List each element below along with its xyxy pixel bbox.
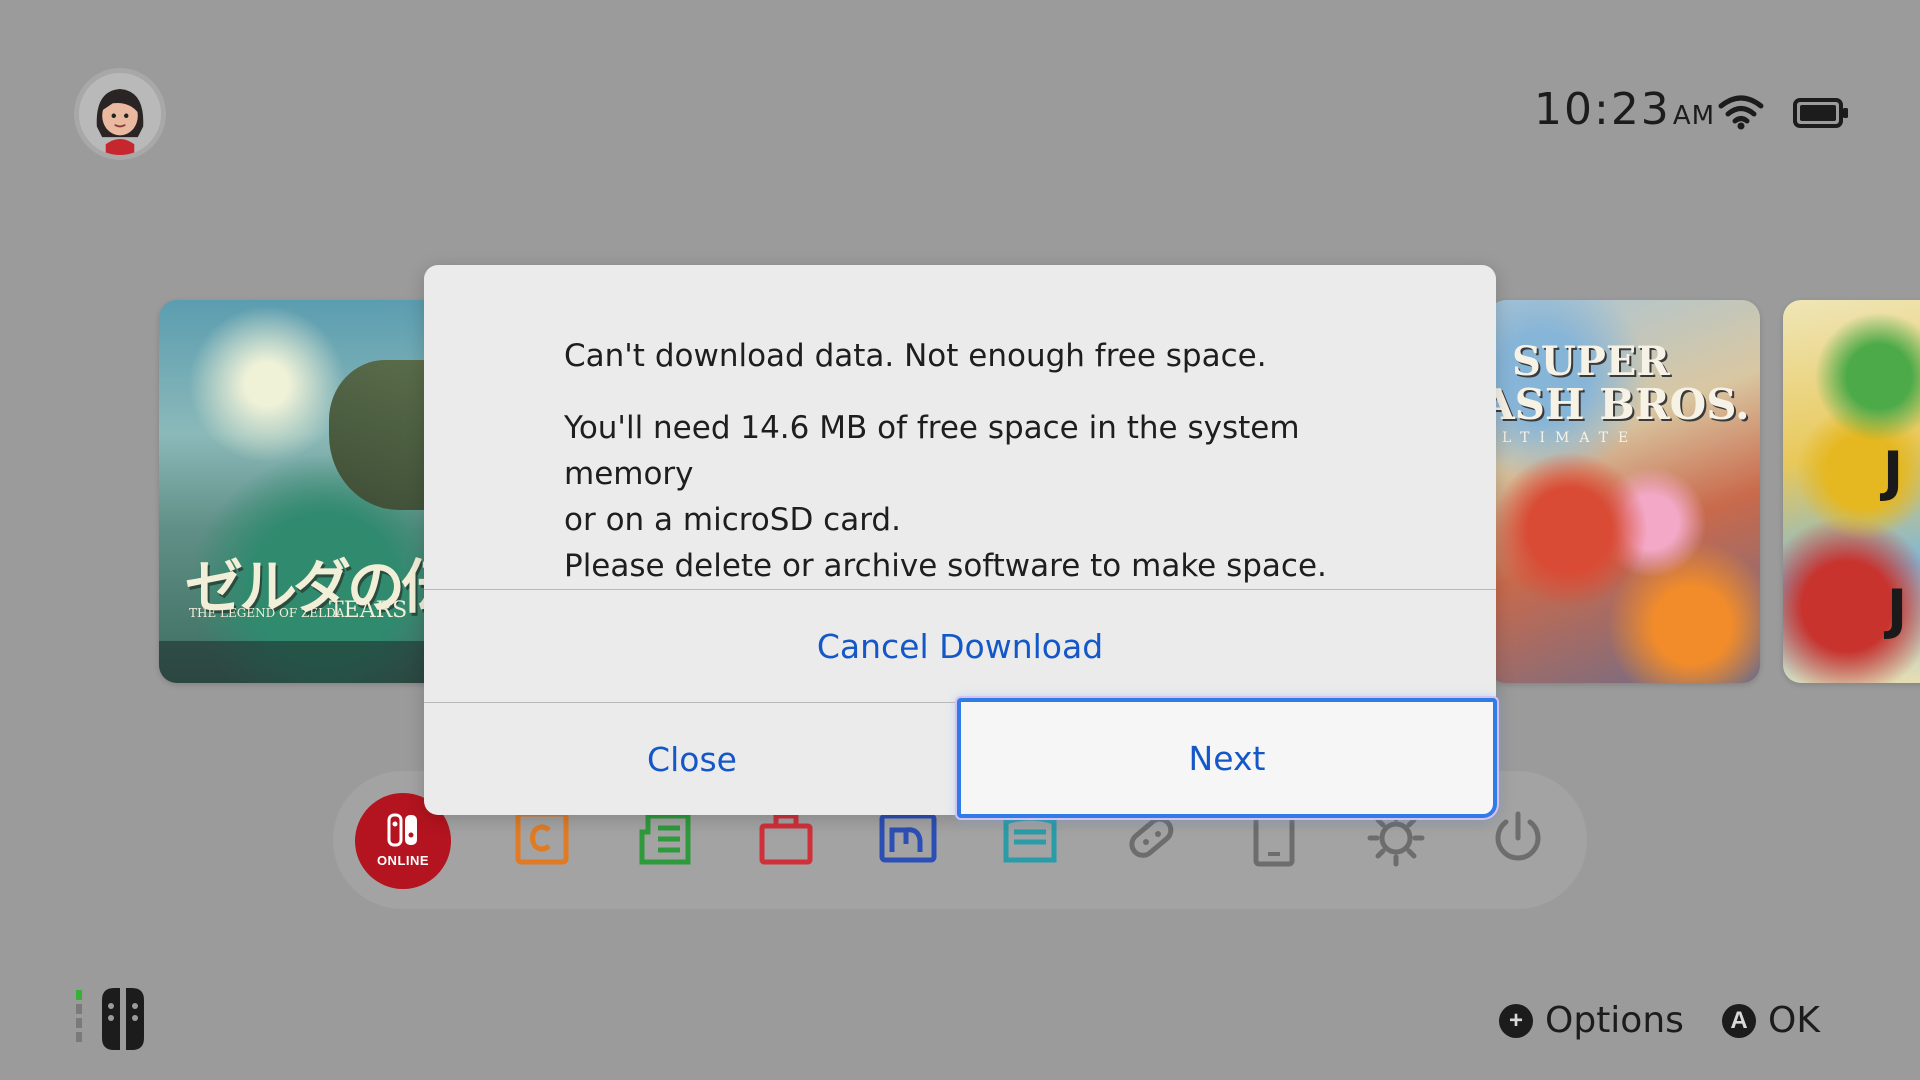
news-list-icon xyxy=(639,813,691,865)
album-list-button[interactable] xyxy=(634,808,694,868)
ok-hint[interactable]: A OK xyxy=(1722,1000,1820,1041)
options-label: Options xyxy=(1545,1000,1684,1041)
clock-time: 10:23 xyxy=(1534,84,1671,135)
smash-title-line3: LTIMATE xyxy=(1502,430,1639,446)
zelda-subtitle: THE LEGEND OF ZELDA xyxy=(189,606,345,620)
next-button[interactable]: Next xyxy=(957,698,1497,818)
smash-title-line1: SUPER xyxy=(1512,338,1670,385)
a-button-icon: A xyxy=(1722,1003,1756,1038)
options-hint[interactable]: + Options xyxy=(1499,1000,1684,1041)
cancel-download-button[interactable]: Cancel Download xyxy=(424,590,1496,702)
clock: 10:23AM xyxy=(1534,88,1715,132)
error-dialog: Can't download data. Not enough free spa… xyxy=(424,265,1497,818)
wifi-icon xyxy=(1718,95,1764,130)
avatar-icon xyxy=(79,73,161,155)
dialog-message: Can't download data. Not enough free spa… xyxy=(564,333,1424,589)
zelda-subtitle-2: TEARS xyxy=(329,598,408,623)
game-tile-zelda[interactable]: ゼルダの伝 THE LEGEND OF ZELDA TEARS xyxy=(159,300,459,683)
game-tile-mario[interactable]: J J xyxy=(1783,300,1920,683)
online-label: ONLINE xyxy=(376,853,430,868)
news-button[interactable] xyxy=(512,808,572,868)
clock-ampm: AM xyxy=(1672,101,1716,131)
plus-button-icon: + xyxy=(1499,1003,1533,1038)
zelda-progress-bar xyxy=(159,641,459,683)
close-button[interactable]: Close xyxy=(424,703,960,815)
album-button[interactable] xyxy=(878,808,938,868)
power-button[interactable] xyxy=(1488,808,1548,868)
user-avatar[interactable] xyxy=(74,68,166,160)
battery-icon xyxy=(1793,98,1848,128)
shopping-bag-icon xyxy=(759,813,813,865)
ok-label: OK xyxy=(1768,1000,1820,1041)
power-icon xyxy=(1495,811,1541,861)
dialog-body: You'll need 14.6 MB of free space in the… xyxy=(564,410,1327,584)
joycon-pair-icon xyxy=(76,988,144,1050)
switch-logo-icon xyxy=(387,813,417,847)
album-icon xyxy=(879,813,937,863)
mario-logo-mark: J xyxy=(1883,440,1904,503)
news-icon xyxy=(515,811,569,865)
mario-logo-mark-2: J xyxy=(1887,578,1908,641)
eshop-button[interactable] xyxy=(756,808,816,868)
smash-title-line2: ASH BROS. xyxy=(1488,380,1750,429)
dialog-title: Can't download data. Not enough free spa… xyxy=(564,338,1267,374)
game-tile-smash[interactable]: SUPER ASH BROS. LTIMATE xyxy=(1488,300,1760,683)
